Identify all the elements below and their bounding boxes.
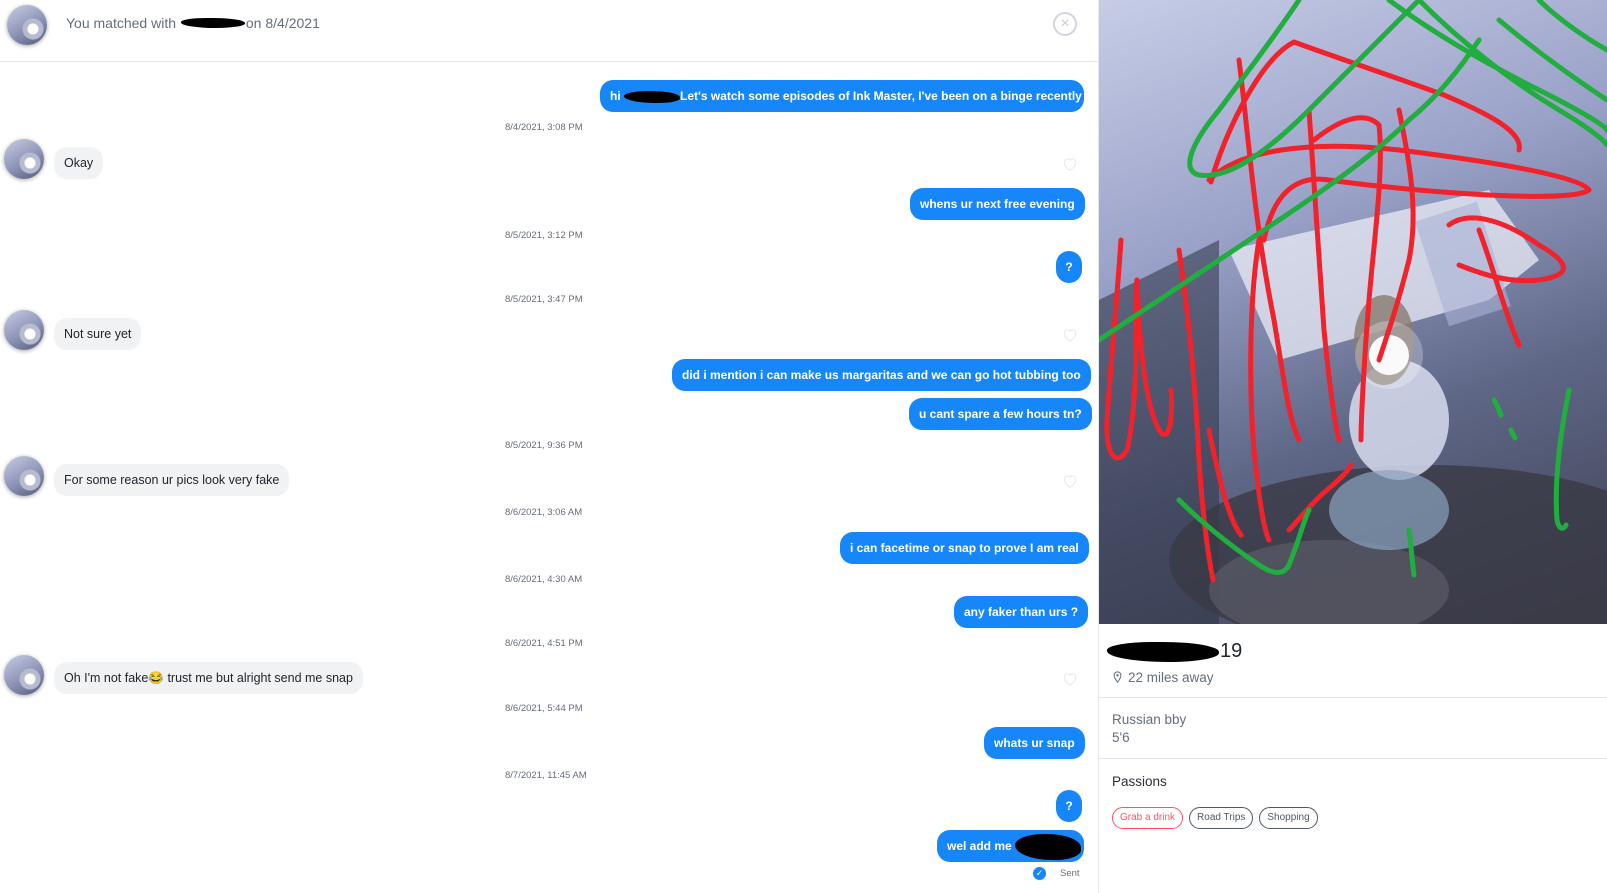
passion-tag: Grab a drink — [1112, 807, 1184, 829]
outgoing-message[interactable]: whens ur next free evening — [910, 188, 1085, 220]
timestamp: 8/5/2021, 3:12 PM — [505, 230, 583, 241]
profile-photo[interactable] — [1099, 0, 1607, 624]
incoming-message[interactable]: Not sure yet — [54, 318, 142, 350]
timestamp: 8/6/2021, 5:44 PM — [505, 703, 583, 714]
redacted-name — [624, 90, 681, 103]
incoming-message[interactable]: Okay — [54, 147, 104, 179]
passion-tag: Shopping — [1259, 807, 1318, 829]
redacted-name — [180, 18, 245, 29]
timestamp: 8/6/2021, 4:30 AM — [505, 574, 583, 585]
profile-bio-line: Russian bby — [1112, 712, 1187, 727]
outgoing-message[interactable]: ? — [1056, 251, 1082, 283]
redacted-snapchat — [1015, 833, 1082, 860]
outgoing-message[interactable]: did i mention i can make us margaritas a… — [672, 359, 1091, 391]
match-avatar[interactable] — [4, 310, 44, 350]
outgoing-message[interactable]: hi Let's watch some episodes of Ink Mast… — [600, 80, 1084, 112]
match-banner: You matched with on 8/4/2021 — [66, 15, 320, 31]
profile-age: 19 — [1220, 640, 1243, 662]
profile-panel: 19 22 miles away Russian bby 5'6 Passion… — [1099, 0, 1607, 893]
timestamp: 8/4/2021, 3:08 PM — [505, 122, 583, 133]
sent-status: ✓ Sent — [1033, 867, 1080, 880]
redacted-name — [1107, 641, 1219, 662]
match-avatar[interactable] — [4, 139, 44, 179]
outgoing-message[interactable]: i can facetime or snap to prove I am rea… — [840, 532, 1089, 564]
passions-list: Grab a drink Road Trips Shopping — [1112, 807, 1318, 829]
heart-icon[interactable] — [1062, 328, 1078, 342]
heart-icon[interactable] — [1062, 157, 1078, 171]
timestamp: 8/5/2021, 3:47 PM — [505, 294, 583, 305]
profile-name: 19 — [1107, 640, 1242, 663]
photo-scene — [1099, 0, 1607, 624]
chat-app: You matched with on 8/4/2021 × hi Let's … — [0, 0, 1607, 893]
match-avatar[interactable] — [7, 5, 47, 45]
profile-bio-line: 5'6 — [1112, 730, 1130, 745]
incoming-message[interactable]: For some reason ur pics look very fake — [54, 464, 290, 496]
heart-icon[interactable] — [1062, 474, 1078, 488]
passion-tag: Road Trips — [1189, 807, 1254, 829]
outgoing-message[interactable]: u cant spare a few hours tn? — [909, 398, 1092, 430]
profile-distance: 22 miles away — [1113, 670, 1214, 685]
chat-panel: You matched with on 8/4/2021 × hi Let's … — [0, 0, 1098, 893]
match-suffix: on 8/4/2021 — [245, 15, 320, 31]
match-avatar[interactable] — [4, 456, 44, 496]
timestamp: 8/5/2021, 9:36 PM — [505, 440, 583, 451]
match-prefix: You matched with — [66, 15, 176, 31]
passions-heading: Passions — [1112, 774, 1167, 789]
match-avatar[interactable] — [4, 655, 44, 695]
outgoing-message[interactable]: whats ur snap — [984, 727, 1085, 759]
close-icon[interactable]: × — [1053, 12, 1077, 36]
timestamp: 8/7/2021, 11:45 AM — [505, 770, 587, 781]
incoming-message[interactable]: Oh I'm not fake😂 trust me but alright se… — [54, 662, 363, 694]
divider — [1099, 758, 1607, 759]
sent-check-icon: ✓ — [1033, 867, 1046, 880]
timestamp: 8/6/2021, 4:51 PM — [505, 638, 583, 649]
chat-header: You matched with on 8/4/2021 × — [0, 0, 1098, 62]
timestamp: 8/6/2021, 3:06 AM — [505, 507, 583, 518]
outgoing-message[interactable]: ? — [1056, 790, 1082, 822]
outgoing-message[interactable]: any faker than urs ? — [954, 596, 1089, 628]
location-pin-icon — [1113, 671, 1122, 683]
laughing-emoji: 😂 — [148, 671, 164, 685]
heart-icon[interactable] — [1062, 672, 1078, 686]
outgoing-message[interactable]: wel add me — [937, 830, 1084, 862]
divider — [1099, 697, 1607, 698]
